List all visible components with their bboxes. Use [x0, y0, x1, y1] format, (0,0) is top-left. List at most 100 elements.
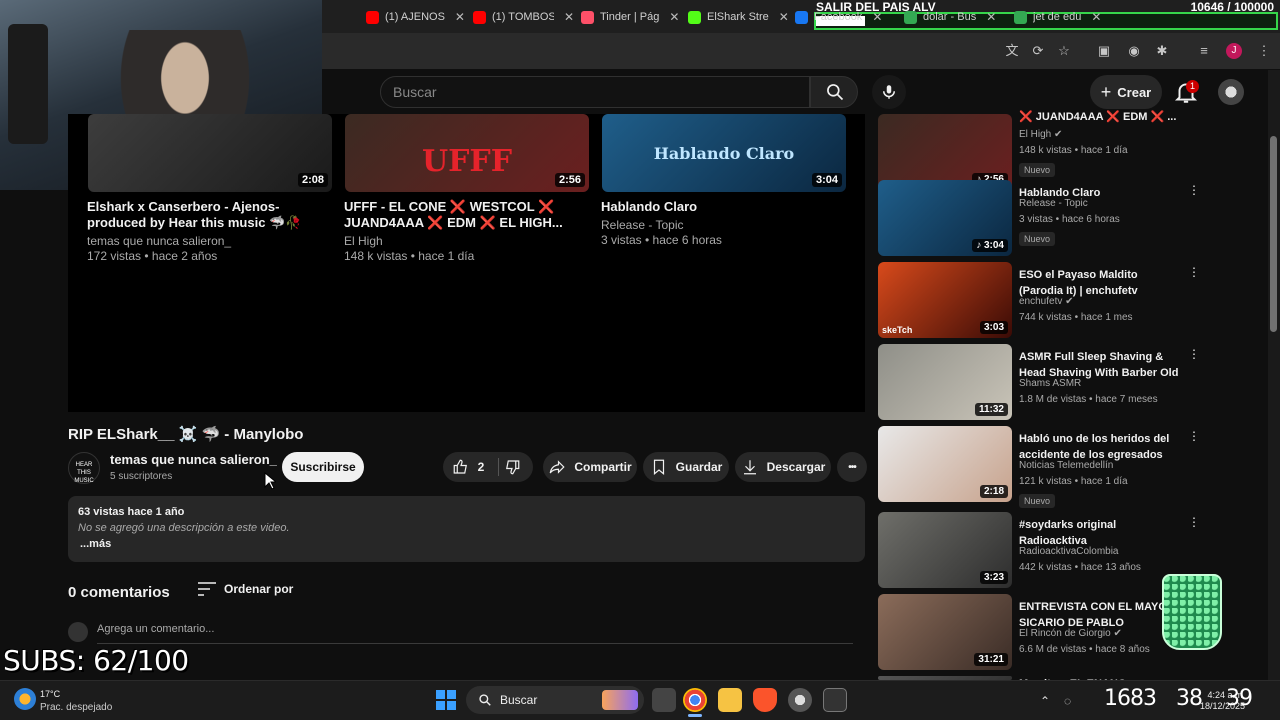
endscreen-video-title[interactable]: UFFF - EL CONE ❌ WESTCOL ❌ JUAND4AAA ❌ E…	[344, 199, 574, 231]
share-icon	[549, 460, 565, 474]
chrome-app-icon[interactable]	[683, 688, 707, 712]
save-label: Guardar	[675, 460, 723, 474]
endscreen-video-title[interactable]: Elshark x Canserbero - Ajenos- produced …	[87, 199, 333, 231]
extension-icon[interactable]: ◉	[1126, 43, 1142, 59]
recommended-thumbnail[interactable]: ♪ 3:04	[878, 180, 1012, 256]
media-controls-icon[interactable]: ≡	[1196, 43, 1212, 59]
screen-capture-icon[interactable]: ▣	[1096, 43, 1112, 59]
endscreen-thumbnail[interactable]: 2:08	[88, 114, 332, 192]
video-options-icon[interactable]: ⋮	[1188, 265, 1200, 279]
recommended-thumbnail[interactable]: 31:21	[878, 594, 1012, 670]
refresh-page-icon[interactable]: ⟳	[1030, 43, 1046, 59]
download-button[interactable]: Descargar	[735, 452, 831, 482]
recommended-channel[interactable]: enchufetv ✔	[1019, 294, 1074, 310]
recommended-channel[interactable]: Release - Topic	[1019, 196, 1088, 212]
thumbs-down-icon[interactable]	[503, 458, 521, 476]
tab-close-icon[interactable]: ✕	[1091, 10, 1101, 24]
comment-input[interactable]: Agrega un comentario...	[97, 623, 214, 635]
video-duration: 3:23	[979, 571, 1008, 584]
video-options-icon[interactable]: ⋮	[1188, 429, 1200, 443]
share-button[interactable]: Compartir	[543, 452, 637, 482]
recommended-channel[interactable]: Noticias Telemedellín	[1019, 458, 1113, 474]
more-actions-button[interactable]: •••	[837, 452, 867, 482]
translate-icon[interactable]: 文	[1004, 43, 1020, 59]
account-avatar[interactable]	[1218, 79, 1244, 105]
search-button[interactable]	[810, 76, 858, 108]
endscreen-video-title[interactable]: Hablando Claro	[601, 199, 831, 215]
thumbnail-watermark: skeTch	[882, 325, 913, 335]
recommended-thumbnail[interactable]: ♪ 2:56	[878, 114, 1012, 190]
endscreen-thumbnail[interactable]: UFFF 2:56	[345, 114, 589, 192]
views-and-date: 63 vistas hace 1 año	[78, 506, 185, 518]
taskbar-search[interactable]: Buscar	[466, 686, 644, 714]
endscreen-thumbnail[interactable]: Hablando Claro 3:04	[602, 114, 846, 192]
endscreen-channel[interactable]: temas que nunca salieron_	[87, 234, 231, 249]
brave-browser-icon[interactable]	[753, 688, 777, 712]
endscreen-meta: 172 vistas • hace 2 años	[87, 249, 218, 263]
browser-tab[interactable]: jet de edu ✕	[1006, 4, 1109, 30]
browser-tab[interactable]: dolar - Bus ✕	[896, 4, 1004, 30]
recommended-thumbnail[interactable]: 3:03 skeTch	[878, 262, 1012, 338]
sort-comments-button[interactable]: Ordenar por	[198, 582, 293, 596]
thumbnail-text: Hablando Claro	[653, 144, 795, 163]
sort-label: Ordenar por	[224, 582, 294, 596]
profile-avatar[interactable]: J	[1226, 43, 1242, 59]
show-more-link[interactable]: ...más	[80, 538, 111, 550]
recommended-thumbnail[interactable]: 2:18	[878, 426, 1012, 502]
like-divider	[498, 458, 499, 476]
channel-name[interactable]: temas que nunca salieron_	[110, 452, 277, 467]
like-button[interactable]: 2	[452, 458, 484, 476]
microphone-icon	[883, 85, 895, 99]
sort-icon	[198, 582, 216, 596]
browser-tab[interactable]: Tinder | Pág ✕	[573, 4, 687, 30]
tab-close-icon[interactable]: ✕	[669, 10, 679, 24]
browser-tab[interactable]: (1) AJENOS ✕	[358, 4, 473, 30]
recommended-channel[interactable]: El Rincón de Giorgio ✔	[1019, 626, 1122, 642]
subs-goal-overlay: SUBS: 62/100	[3, 644, 189, 677]
create-button[interactable]: + Crear	[1090, 75, 1162, 109]
endscreen-channel[interactable]: El High	[344, 234, 383, 249]
tab-title: Tinder | Pág	[600, 11, 660, 23]
file-explorer-icon[interactable]	[718, 688, 742, 712]
endscreen-channel[interactable]: Release - Topic	[601, 218, 684, 233]
extensions-puzzle-icon[interactable]: ✱	[1154, 43, 1170, 59]
tab-close-icon[interactable]: ✕	[986, 10, 996, 24]
show-hidden-icons-chevron[interactable]: ⌃	[1040, 694, 1050, 708]
share-label: Compartir	[574, 460, 632, 474]
windows-start-icon[interactable]	[436, 690, 456, 710]
settings-app-icon[interactable]	[788, 688, 812, 712]
browser-tab[interactable]: ElShark Stre ✕	[680, 4, 797, 30]
save-button[interactable]: Guardar	[643, 452, 729, 482]
video-options-icon[interactable]: ⋮	[1188, 515, 1200, 529]
tab-favicon-icon	[1014, 10, 1027, 24]
tab-title: Facebook	[814, 11, 863, 23]
channel-avatar[interactable]: HEAR THIS MUSIC	[68, 452, 100, 484]
task-view-icon[interactable]	[652, 688, 676, 712]
video-duration: 2:18	[979, 485, 1008, 498]
tab-close-icon[interactable]: ✕	[872, 10, 882, 24]
voice-search-button[interactable]	[872, 75, 906, 109]
tab-close-icon[interactable]: ✕	[455, 10, 465, 24]
tab-title: jet de edu	[1033, 11, 1082, 23]
terminal-app-icon[interactable]	[823, 688, 847, 712]
video-options-icon[interactable]: ⋮	[1188, 183, 1200, 197]
recommended-channel[interactable]: Shams ASMR	[1019, 376, 1081, 392]
browser-tab[interactable]: (1) TOMBOS ✕	[465, 4, 582, 30]
weather-icon[interactable]	[14, 688, 36, 710]
new-badge: Nuevo	[1019, 163, 1056, 177]
browser-tab[interactable]: Facebook ✕	[787, 4, 890, 30]
weather-temperature[interactable]: 17°C	[40, 689, 60, 699]
network-icon[interactable]: ◌	[1064, 694, 1071, 708]
weather-condition[interactable]: Prac. despejado	[40, 702, 112, 713]
recommended-title[interactable]: ❌ JUAND4AAA ❌ EDM ❌ ...	[1019, 109, 1181, 125]
recommended-channel[interactable]: El High ✔	[1019, 127, 1062, 143]
recommended-thumbnail[interactable]: 11:32	[878, 344, 1012, 420]
recommended-channel[interactable]: RadioacktivaColombia	[1019, 544, 1119, 560]
recommended-thumbnail[interactable]: 3:23	[878, 512, 1012, 588]
page-scrollbar-thumb[interactable]	[1270, 136, 1277, 332]
search-input[interactable]: Buscar	[380, 76, 810, 108]
bookmark-star-icon[interactable]: ☆	[1056, 43, 1072, 59]
browser-menu-icon[interactable]: ⋮	[1256, 43, 1272, 59]
subscribe-button[interactable]: Suscribirse	[282, 452, 364, 482]
video-options-icon[interactable]: ⋮	[1188, 347, 1200, 361]
